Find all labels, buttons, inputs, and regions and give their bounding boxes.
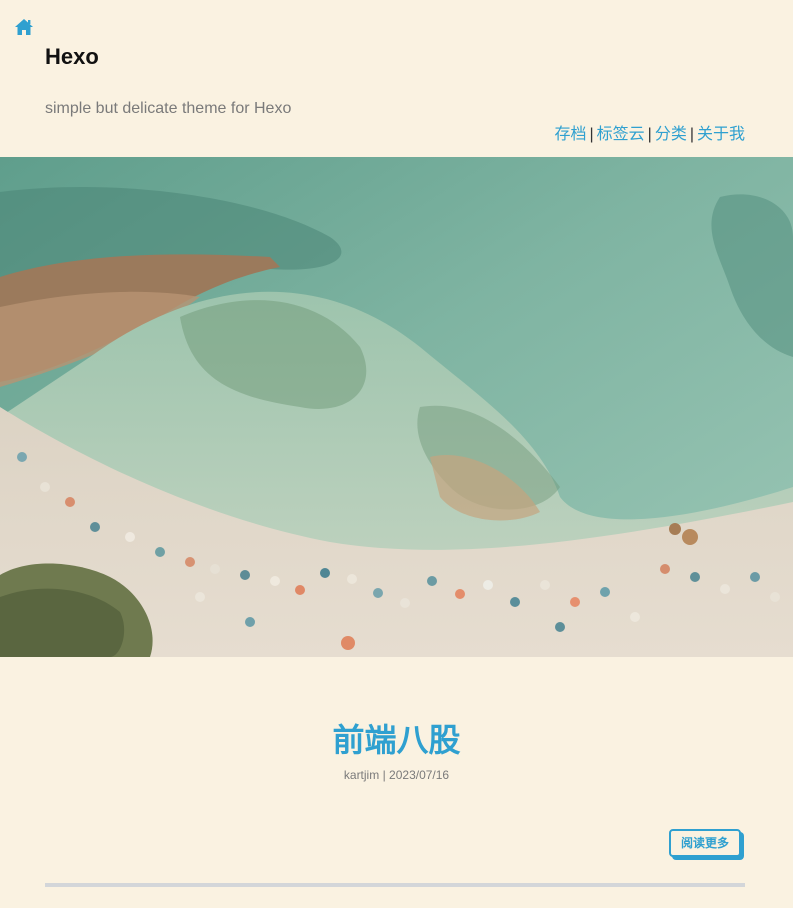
nav-item-categories[interactable]: 分类 xyxy=(655,126,687,143)
site-subtitle: simple but delicate theme for Hexo xyxy=(45,100,292,117)
main-nav: 存档 | 标签云 | 分类 | 关于我 xyxy=(554,125,745,145)
site-title[interactable]: Hexo xyxy=(45,43,99,71)
nav-item-tag-cloud[interactable]: 标签云 xyxy=(597,126,645,143)
post-title[interactable]: 前端八股 xyxy=(0,718,793,762)
home-icon-graphic xyxy=(15,19,33,35)
post-divider xyxy=(45,883,745,887)
nav-separator: | xyxy=(689,126,694,143)
post-meta-separator: | xyxy=(382,768,386,782)
read-more-button[interactable]: 阅读更多 xyxy=(669,829,741,857)
nav-separator: | xyxy=(589,126,594,143)
nav-item-archive[interactable]: 存档 xyxy=(554,126,586,143)
nav-item-about[interactable]: 关于我 xyxy=(697,126,745,143)
post-author: kartjim xyxy=(343,768,380,782)
home-icon[interactable] xyxy=(14,18,34,36)
post-date: 2023/07/16 xyxy=(389,768,450,782)
nav-separator: | xyxy=(647,126,652,143)
hero-image xyxy=(0,157,793,657)
post-meta: kartjim | 2023/07/16 xyxy=(0,767,793,783)
